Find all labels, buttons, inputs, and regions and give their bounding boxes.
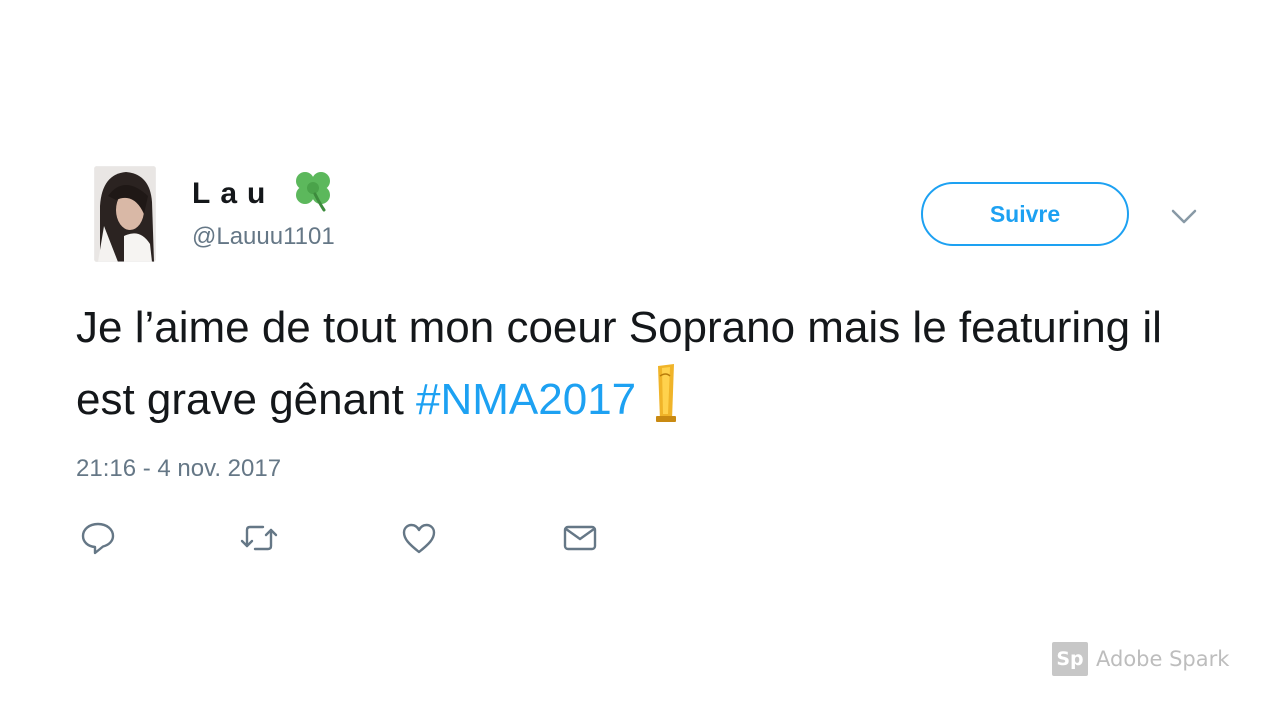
chevron-down-icon[interactable]: [1168, 203, 1200, 229]
four-leaf-clover-icon: [296, 172, 330, 212]
display-name[interactable]: Lau: [192, 174, 275, 214]
trophy-icon: [656, 364, 677, 422]
like-icon[interactable]: [399, 518, 439, 558]
direct-message-icon[interactable]: [560, 518, 600, 558]
avatar-photo: [94, 166, 156, 262]
adobe-spark-watermark: Sp Adobe Spark: [1052, 642, 1229, 676]
tweet-timestamp[interactable]: 21:16 - 4 nov. 2017: [76, 452, 281, 486]
avatar[interactable]: [94, 166, 156, 262]
watermark-label: Adobe Spark: [1096, 647, 1230, 671]
retweet-icon[interactable]: [239, 518, 279, 558]
tweet-card: Lau @Lauuu1101 Suivre Je l’aime de tout …: [0, 0, 1280, 720]
hashtag-link[interactable]: #NMA2017: [416, 375, 636, 424]
follow-button[interactable]: Suivre: [921, 182, 1129, 246]
reply-icon[interactable]: [78, 518, 118, 558]
adobe-spark-logo: Sp: [1052, 642, 1088, 676]
tweet-text: Je l’aime de tout mon coeur Soprano mais…: [76, 294, 1216, 434]
user-handle[interactable]: @Lauuu1101: [192, 221, 335, 253]
